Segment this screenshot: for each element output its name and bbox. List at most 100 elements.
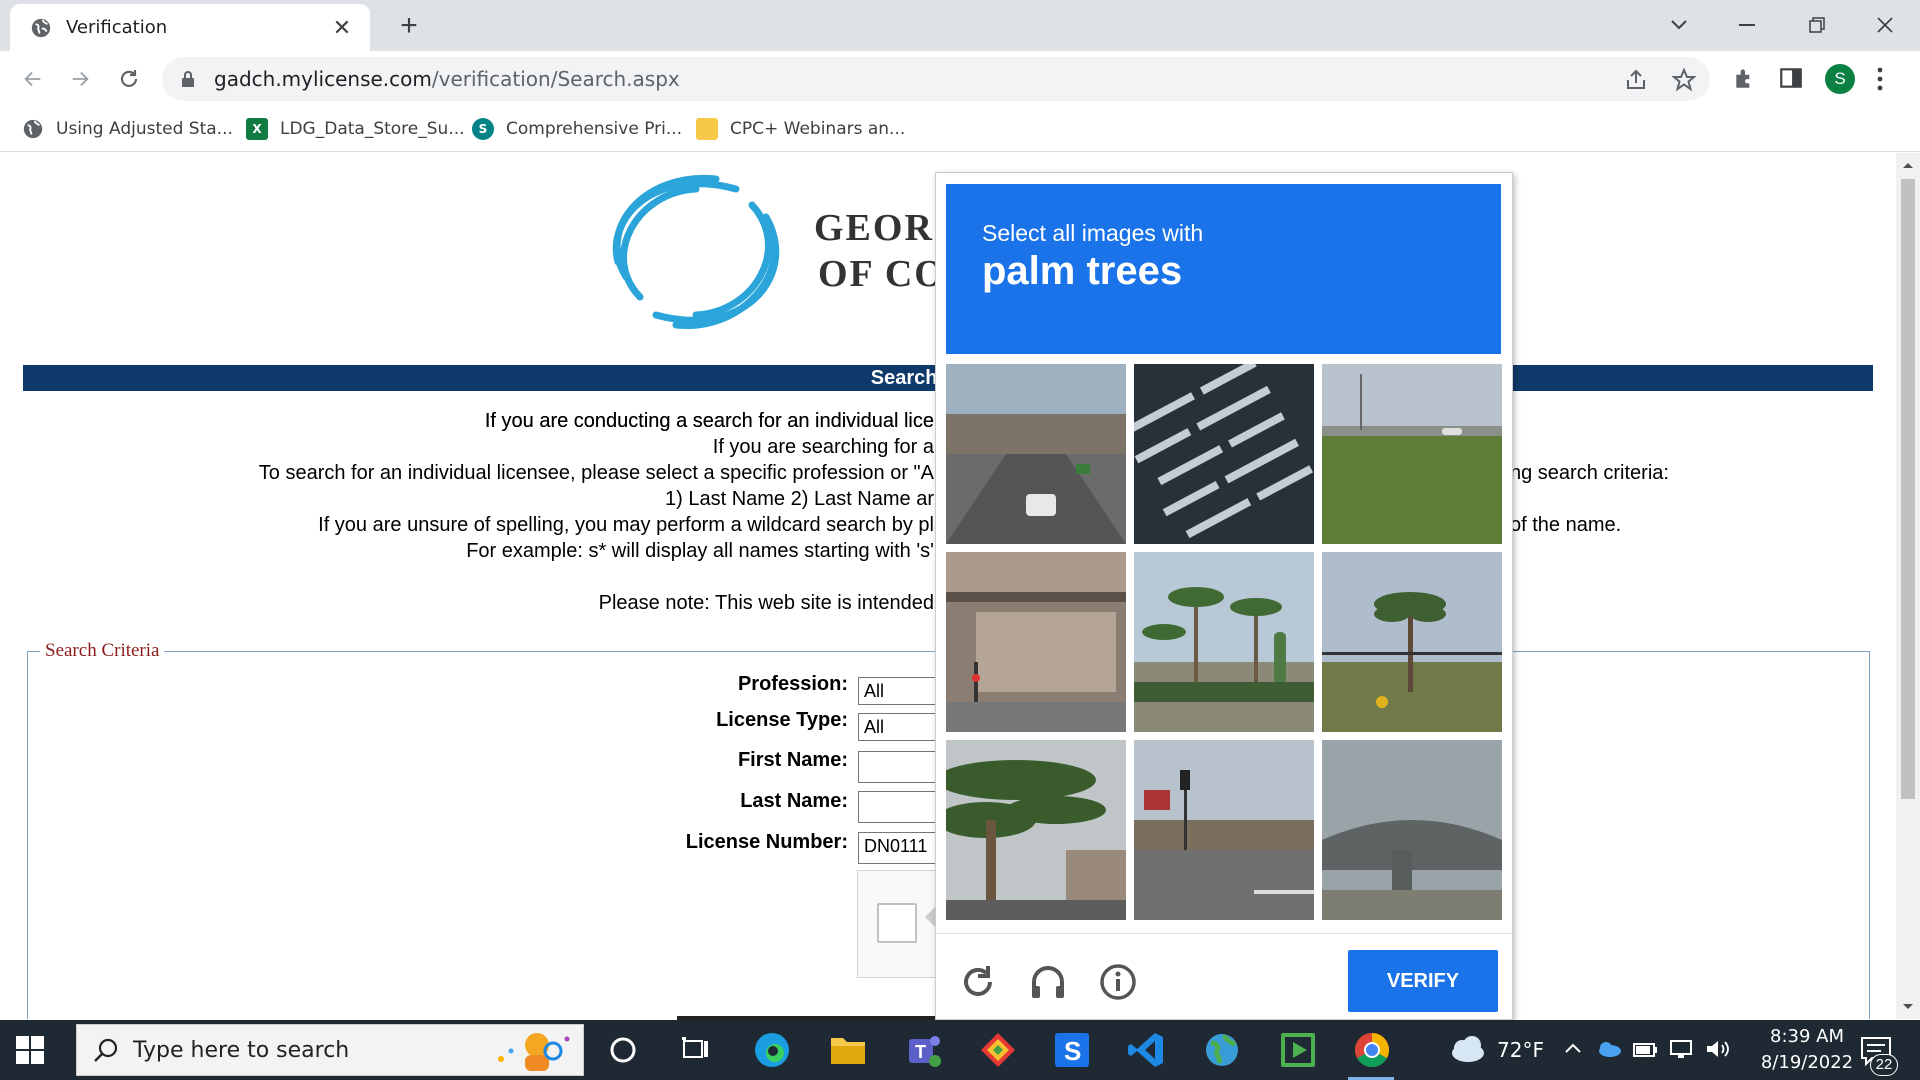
- aerial-lot-tile[interactable]: [1134, 364, 1314, 544]
- verify-button[interactable]: VERIFY: [1348, 950, 1498, 1012]
- recaptcha-challenge-popup: Select all images with palm trees VERIFY: [935, 172, 1513, 1020]
- challenge-header: Select all images with palm trees: [946, 184, 1501, 354]
- side-panel-icon[interactable]: [1778, 65, 1804, 91]
- bookmark-item[interactable]: X LDG_Data_Store_Su...: [246, 115, 465, 143]
- notification-count-badge: 22: [1870, 1054, 1898, 1076]
- excel-icon: X: [246, 118, 268, 140]
- minimize-button[interactable]: [1724, 8, 1770, 42]
- weather-cloud-icon[interactable]: [1448, 1034, 1486, 1064]
- windows-start-icon[interactable]: [14, 1034, 46, 1066]
- sharepoint-icon: S: [472, 118, 494, 140]
- profile-avatar[interactable]: S: [1825, 64, 1855, 94]
- bookmark-star-icon[interactable]: [1672, 68, 1696, 92]
- chrome-app-icon[interactable]: [1352, 1030, 1392, 1070]
- lock-icon: [182, 71, 194, 87]
- menu-icon[interactable]: [1876, 66, 1884, 92]
- url-path: /verification/Search.aspx: [431, 67, 680, 91]
- reload-button[interactable]: [113, 63, 145, 95]
- grass-field-tile[interactable]: [1322, 364, 1502, 544]
- battery-icon[interactable]: [1632, 1038, 1658, 1060]
- license-number-label: License Number:: [685, 831, 848, 853]
- cortana-icon[interactable]: [608, 1035, 638, 1065]
- bookmarks-bar: Using Adjusted Sta... X LDG_Data_Store_S…: [0, 107, 1920, 152]
- clock-date[interactable]: 8/19/2022: [1742, 1052, 1872, 1073]
- back-button[interactable]: [17, 63, 49, 95]
- board-logo-icon: [612, 174, 780, 329]
- scroll-thumb[interactable]: [1901, 179, 1915, 799]
- license-type-label: License Type:: [716, 709, 848, 731]
- info-line: Please note: This web site is intended: [598, 592, 934, 614]
- palm-cactus-tile[interactable]: [1134, 552, 1314, 732]
- vscode-icon[interactable]: [1126, 1030, 1166, 1070]
- page-scrollbar[interactable]: [1896, 153, 1920, 1019]
- info-line-right: ng search criteria:: [1510, 462, 1669, 484]
- recaptcha-checkbox[interactable]: [877, 903, 917, 943]
- scroll-up-icon[interactable]: [1902, 161, 1914, 169]
- s-app-icon[interactable]: S: [1052, 1030, 1092, 1070]
- close-tab-icon[interactable]: ✕: [330, 15, 354, 41]
- info-line: If you are conducting a search for an in…: [484, 410, 934, 432]
- network-icon[interactable]: [1668, 1038, 1694, 1060]
- onedrive-icon[interactable]: [1596, 1038, 1622, 1058]
- scroll-down-icon[interactable]: [1902, 1003, 1914, 1011]
- forward-button[interactable]: [64, 63, 96, 95]
- bookmark-item[interactable]: Using Adjusted Sta...: [22, 115, 233, 143]
- windows-taskbar: Type here to search T S 72°F 8:39 AM 8/1…: [0, 1020, 1920, 1080]
- info-icon[interactable]: [1098, 962, 1138, 1002]
- task-view-icon[interactable]: [680, 1035, 710, 1065]
- street-intersection-tile[interactable]: [1134, 740, 1314, 920]
- ribbon-app-icon[interactable]: [978, 1030, 1018, 1070]
- search-highlight-icon: [498, 1033, 570, 1071]
- first-name-label: First Name:: [737, 749, 848, 771]
- bookmark-item[interactable]: CPC+ Webinars an...: [696, 115, 905, 143]
- palm-closeup-tile[interactable]: [946, 740, 1126, 920]
- clock-time[interactable]: 8:39 AM: [1752, 1026, 1862, 1047]
- station-building-tile[interactable]: [946, 552, 1126, 732]
- close-window-button[interactable]: [1862, 8, 1908, 42]
- info-line: For example: s* will display all names s…: [466, 540, 934, 562]
- headphones-icon[interactable]: [1028, 962, 1068, 1002]
- url-host: gadch.mylicense.com: [214, 67, 432, 91]
- search-criteria-legend: Search Criteria: [40, 640, 165, 662]
- weather-temperature[interactable]: 72°F: [1497, 1038, 1544, 1062]
- svg-text:T: T: [915, 1042, 926, 1062]
- highway-overpass-tile[interactable]: [946, 364, 1126, 544]
- taskbar-search-placeholder: Type here to search: [133, 1037, 350, 1063]
- player-app-icon[interactable]: [1278, 1030, 1318, 1070]
- browser-toolbar: gadch.mylicense.com/verification/Search.…: [0, 51, 1920, 107]
- tab-verification[interactable]: Verification ✕: [10, 4, 370, 51]
- challenge-instruction: Select all images with: [982, 220, 1204, 246]
- file-explorer-icon[interactable]: [828, 1030, 868, 1070]
- tab-title: Verification: [66, 17, 168, 38]
- taskbar-search-box[interactable]: Type here to search: [76, 1024, 584, 1076]
- palm-road-tile[interactable]: [1322, 552, 1502, 732]
- share-icon[interactable]: [1624, 68, 1648, 92]
- search-icon: [94, 1038, 118, 1062]
- teams-icon[interactable]: T: [904, 1030, 944, 1070]
- challenge-target: palm trees: [982, 249, 1183, 293]
- globe-icon: [23, 119, 43, 139]
- edge-app-icon[interactable]: [752, 1030, 792, 1070]
- volume-icon[interactable]: [1704, 1038, 1730, 1060]
- new-tab-button[interactable]: +: [392, 10, 426, 44]
- info-line: 1) Last Name 2) Last Name ar: [665, 488, 934, 510]
- globe-icon: [31, 18, 51, 37]
- extensions-icon[interactable]: [1732, 65, 1758, 91]
- bridge-underside-tile[interactable]: [1322, 740, 1502, 920]
- info-line: If you are searching for a: [712, 436, 934, 458]
- refresh-icon[interactable]: [958, 962, 998, 1002]
- bookmark-item[interactable]: S Comprehensive Pri...: [472, 115, 682, 143]
- address-bar[interactable]: gadch.mylicense.com/verification/Search.…: [162, 57, 1710, 101]
- tray-chevron-up-icon[interactable]: [1564, 1042, 1582, 1054]
- globe-app-icon[interactable]: [1202, 1030, 1242, 1070]
- info-line: If you are unsure of spelling, you may p…: [318, 514, 934, 536]
- info-line: To search for an individual licensee, pl…: [258, 462, 934, 484]
- tab-strip: Verification ✕ +: [0, 0, 1920, 51]
- svg-text:S: S: [1064, 1036, 1081, 1066]
- restore-button[interactable]: [1794, 8, 1840, 42]
- challenge-image-grid: [946, 364, 1502, 920]
- folder-icon: [696, 118, 718, 140]
- challenge-footer: VERIFY: [936, 933, 1512, 1019]
- profession-label: Profession:: [737, 673, 848, 695]
- tab-search-icon[interactable]: [1656, 8, 1702, 42]
